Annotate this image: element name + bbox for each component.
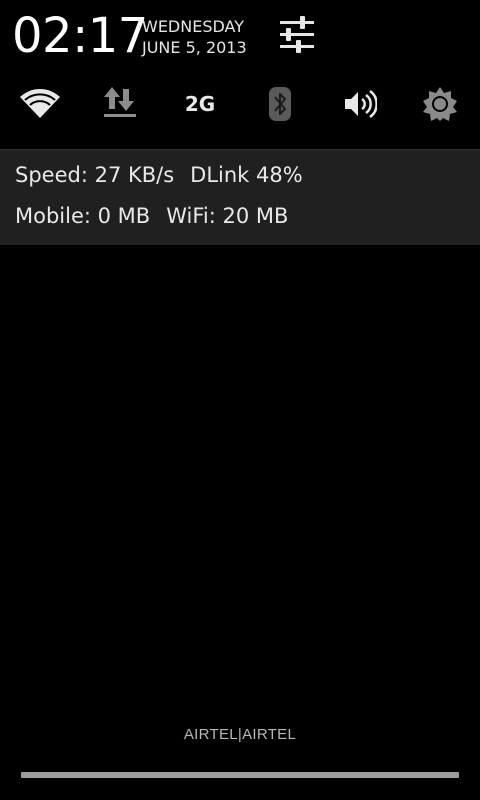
brightness-icon (423, 87, 457, 121)
date-block[interactable]: WEDNESDAY JUNE 5, 2013 (142, 16, 247, 58)
clock-time: 02:17 (12, 8, 148, 64)
mobile-data-usage: Mobile: 0 MB (15, 204, 151, 228)
network-mode-toggle[interactable]: 2G (160, 76, 240, 132)
bluetooth-toggle[interactable] (240, 76, 320, 132)
date-text: JUNE 5, 2013 (142, 38, 247, 57)
usage-line: Mobile: 0 MB WiFi: 20 MB (15, 202, 288, 230)
wifi-toggle[interactable] (0, 76, 80, 132)
day-of-week: WEDNESDAY (142, 17, 244, 36)
quick-settings-row: 2G (0, 76, 480, 132)
network-speed: Speed: 27 KB/s (15, 163, 175, 187)
speed-line: Speed: 27 KB/s DLink 48% (15, 161, 303, 189)
sound-toggle[interactable] (320, 76, 400, 132)
wifi-data-usage: WiFi: 20 MB (166, 204, 289, 228)
bluetooth-icon (269, 87, 291, 121)
settings-button[interactable] (278, 16, 318, 56)
network-info-card[interactable]: Speed: 27 KB/s DLink 48% Mobile: 0 MB WiFi… (0, 149, 480, 245)
carrier-label: AIRTEL|AIRTEL (183, 726, 297, 743)
notification-shade: 02:17 WEDNESDAY JUNE 5, 2013 2G Speed: 2… (0, 0, 480, 800)
shade-header: 02:17 WEDNESDAY JUNE 5, 2013 (0, 0, 480, 72)
wifi-icon (20, 89, 60, 118)
data-toggle[interactable] (80, 76, 160, 132)
settings-sliders-icon (280, 16, 314, 53)
wifi-network-strength: DLink 48% (190, 163, 303, 187)
data-transfer-icon (104, 87, 136, 117)
shade-drag-handle[interactable] (21, 772, 459, 778)
network-mode-label: 2G (184, 92, 216, 116)
brightness-toggle[interactable] (400, 76, 480, 132)
volume-icon (345, 89, 377, 119)
